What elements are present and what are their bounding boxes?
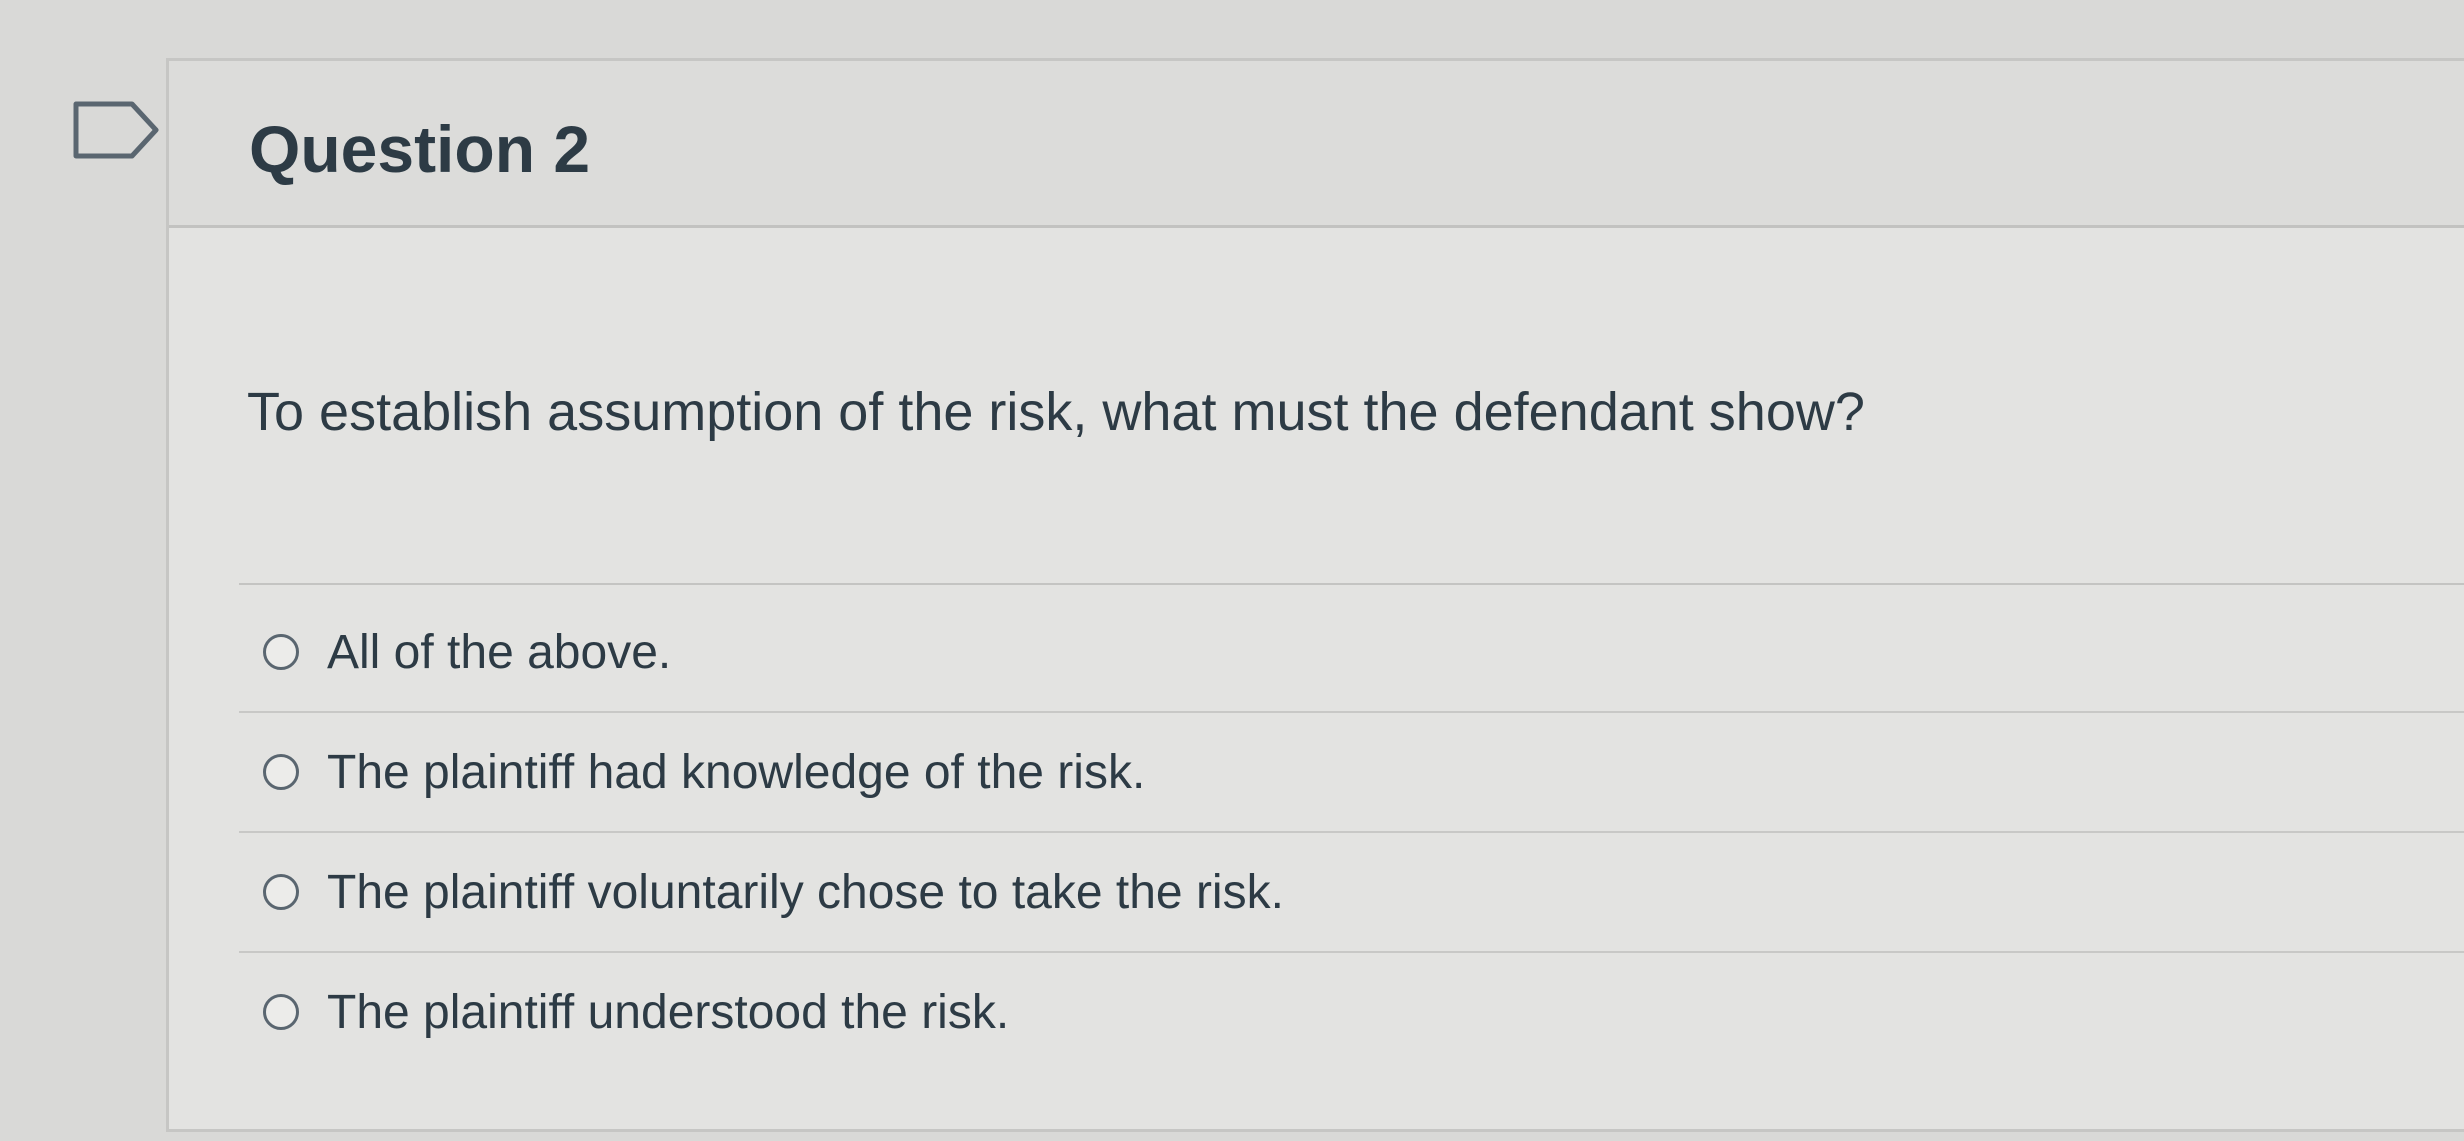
question-header: Question 2 (169, 61, 2464, 228)
question-card: Question 2 To establish assumption of th… (166, 58, 2464, 1132)
answer-option[interactable]: All of the above. (239, 593, 2464, 713)
question-text: To establish assumption of the risk, wha… (247, 382, 1865, 442)
answer-option[interactable]: The plaintiff voluntarily chose to take … (239, 833, 2464, 953)
radio-unchecked-icon[interactable] (263, 874, 299, 910)
answer-label: The plaintiff understood the risk. (327, 985, 1010, 1039)
answer-option[interactable]: The plaintiff understood the risk. (239, 953, 2464, 1071)
answer-label: The plaintiff voluntarily chose to take … (327, 865, 1284, 919)
radio-unchecked-icon[interactable] (263, 634, 299, 670)
answer-label: The plaintiff had knowledge of the risk. (327, 745, 1146, 799)
radio-unchecked-icon[interactable] (263, 994, 299, 1030)
answer-option[interactable]: The plaintiff had knowledge of the risk. (239, 713, 2464, 833)
question-divider (239, 583, 2464, 585)
bookmark-flag-icon[interactable] (72, 100, 162, 160)
answer-list: All of the above. The plaintiff had know… (239, 593, 2464, 1071)
radio-unchecked-icon[interactable] (263, 754, 299, 790)
answer-label: All of the above. (327, 625, 672, 679)
question-title: Question 2 (249, 112, 591, 186)
